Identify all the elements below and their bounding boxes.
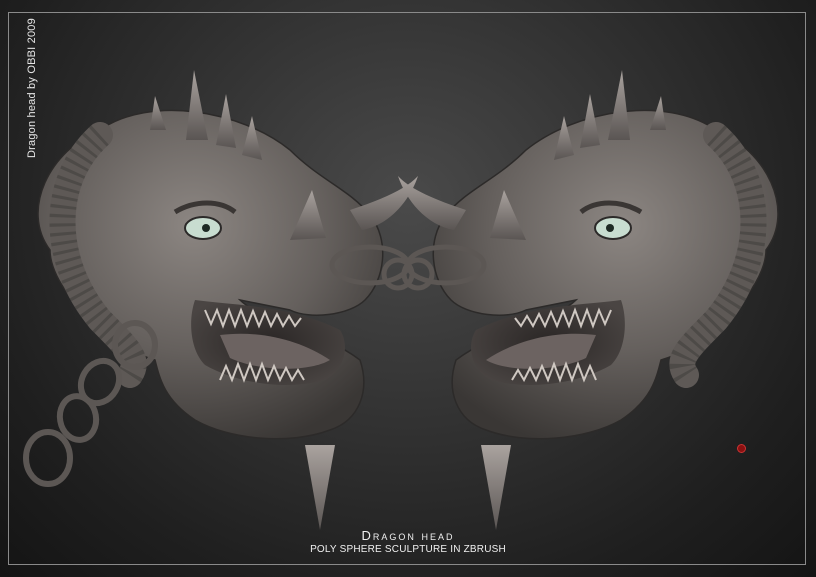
dragon-heads-illustration — [23, 0, 816, 577]
artwork-title: Dragon head — [361, 528, 455, 543]
accent-dot — [737, 444, 746, 453]
left-dragon-head — [23, 70, 418, 530]
right-dragon-head — [398, 70, 778, 530]
artwork-subtitle: POLY SPHERE SCULPTURE IN ZBRUSH — [310, 544, 506, 555]
artwork-canvas: Dragon head by OBBI 2009 Dragon head POL… — [0, 0, 816, 577]
